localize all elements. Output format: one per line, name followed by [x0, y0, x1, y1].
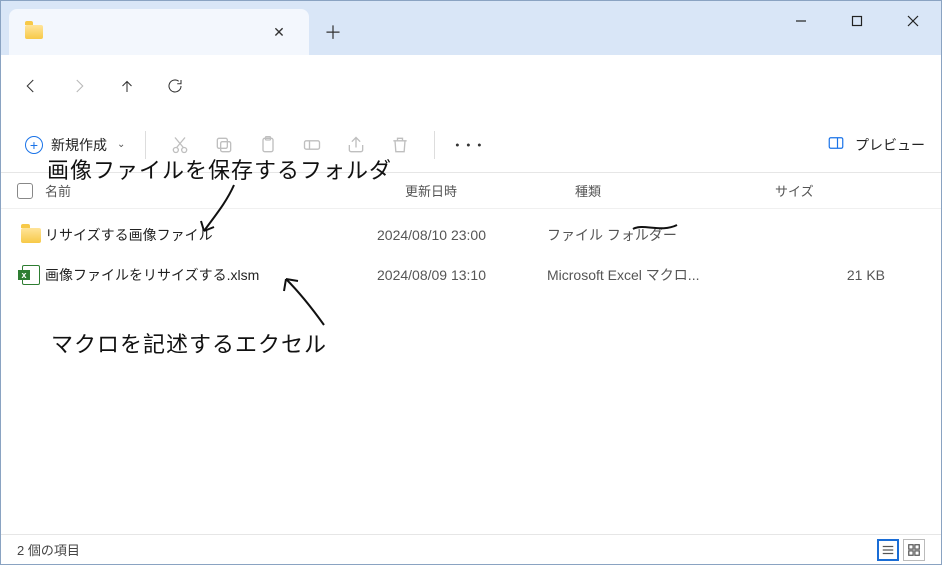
annotation-bottom: マクロを記述するエクセル	[51, 327, 327, 359]
item-name: リサイズする画像ファイル	[45, 225, 377, 245]
nav-bar	[1, 55, 941, 117]
address-bar[interactable]	[211, 68, 779, 104]
more-button[interactable]: ･･･	[447, 132, 491, 158]
col-date[interactable]: 更新日時	[405, 181, 575, 200]
maximize-button[interactable]	[829, 1, 885, 41]
item-count: 2 個の項目	[17, 540, 80, 559]
search-box[interactable]	[793, 68, 933, 104]
item-type: ファイル フォルダー	[547, 225, 747, 245]
explorer-window: ✕ ＋ + 新規作成 ⌄ ･･･ プレビ	[0, 0, 942, 565]
status-bar: 2 個の項目	[1, 534, 941, 564]
file-list: リサイズする画像ファイル 2024/08/10 23:00 ファイル フォルダー…	[1, 209, 941, 534]
close-window-button[interactable]	[885, 1, 941, 41]
list-item[interactable]: 画像ファイルをリサイズする.xlsm 2024/08/09 13:10 Micr…	[17, 255, 925, 295]
refresh-button[interactable]	[153, 66, 197, 106]
col-size[interactable]: サイズ	[775, 181, 925, 200]
copy-button[interactable]	[202, 125, 246, 165]
plus-icon: +	[25, 136, 43, 154]
excel-macro-icon	[22, 265, 40, 285]
select-all-checkbox[interactable]	[17, 183, 33, 199]
item-date: 2024/08/09 13:10	[377, 267, 547, 283]
chevron-down-icon: ⌄	[117, 139, 125, 150]
minimize-button[interactable]	[773, 1, 829, 41]
item-type: Microsoft Excel マクロ...	[547, 265, 747, 285]
new-button[interactable]: + 新規作成 ⌄	[17, 129, 133, 161]
folder-icon	[25, 25, 43, 39]
title-bar: ✕ ＋	[1, 1, 941, 55]
thumbnails-view-button[interactable]	[903, 539, 925, 561]
close-tab-icon[interactable]: ✕	[265, 18, 293, 46]
rename-button[interactable]	[290, 125, 334, 165]
command-bar: + 新規作成 ⌄ ･･･ プレビュー	[1, 117, 941, 173]
separator	[434, 131, 435, 159]
cut-button[interactable]	[158, 125, 202, 165]
folder-icon	[21, 228, 41, 243]
window-controls	[773, 1, 941, 55]
list-item[interactable]: リサイズする画像ファイル 2024/08/10 23:00 ファイル フォルダー	[17, 215, 925, 255]
share-button[interactable]	[334, 125, 378, 165]
col-name[interactable]: 名前	[45, 181, 405, 200]
col-type[interactable]: 種類	[575, 181, 775, 200]
new-tab-button[interactable]: ＋	[309, 9, 357, 55]
paste-button[interactable]	[246, 125, 290, 165]
new-label: 新規作成	[51, 135, 107, 155]
delete-button[interactable]	[378, 125, 422, 165]
back-button[interactable]	[9, 66, 53, 106]
tab-current[interactable]: ✕	[9, 9, 309, 55]
item-name: 画像ファイルをリサイズする.xlsm	[45, 265, 377, 285]
item-size: 21 KB	[747, 267, 925, 283]
item-date: 2024/08/10 23:00	[377, 227, 547, 243]
column-headers: 名前 更新日時 種類 サイズ	[1, 173, 941, 209]
details-view-button[interactable]	[877, 539, 899, 561]
forward-button[interactable]	[57, 66, 101, 106]
up-button[interactable]	[105, 66, 149, 106]
separator	[145, 131, 146, 159]
preview-button[interactable]: プレビュー	[855, 135, 925, 155]
preview-pane-icon	[827, 134, 845, 155]
